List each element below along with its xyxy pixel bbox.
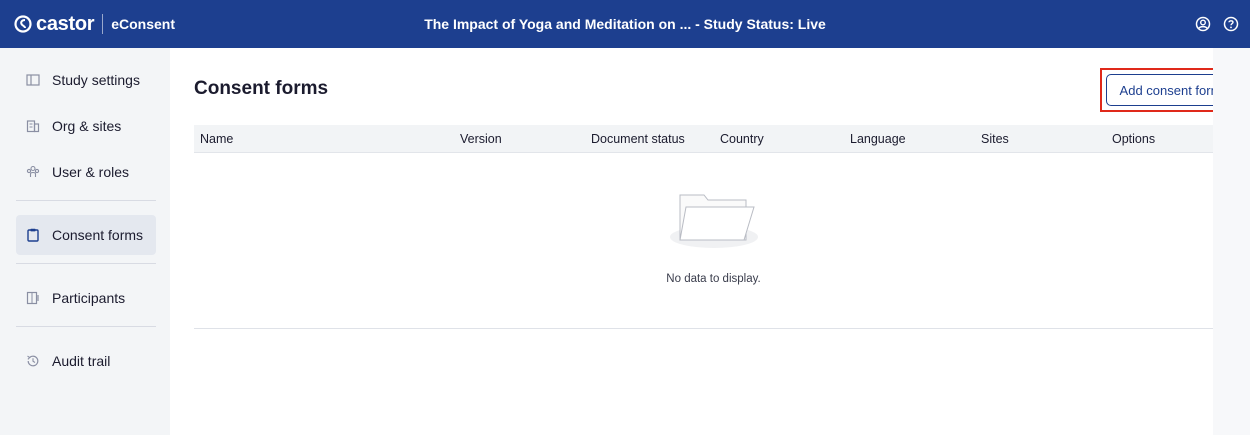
- brand[interactable]: castor eConsent: [0, 0, 175, 48]
- page-title: Consent forms: [194, 78, 329, 99]
- sidebar-divider: [16, 200, 156, 201]
- column-header-document-status[interactable]: Document status: [591, 132, 685, 146]
- top-bar: castor eConsent The Impact of Yoga and M…: [0, 0, 1250, 48]
- settings-panel-icon: [26, 73, 40, 87]
- sidebar-item-study-settings[interactable]: Study settings: [16, 60, 156, 100]
- clipboard-icon: [26, 228, 40, 242]
- sidebar-item-org-sites[interactable]: Org & sites: [16, 106, 156, 146]
- brand-name: castor: [36, 12, 95, 35]
- sidebar-item-label: Audit trail: [52, 353, 111, 369]
- help-icon[interactable]: [1222, 15, 1240, 33]
- empty-state-text: No data to display.: [666, 273, 761, 285]
- main-content: Consent forms Add consent form Name Vers…: [170, 48, 1241, 435]
- product-name: eConsent: [111, 16, 176, 32]
- consent-forms-table: Name Version Document status Country Lan…: [194, 125, 1233, 329]
- column-header-sites[interactable]: Sites: [981, 132, 1009, 146]
- sidebar-item-label: Participants: [52, 290, 126, 306]
- sidebar-item-label: Consent forms: [52, 227, 144, 243]
- sidebar-item-label: Study settings: [52, 72, 140, 88]
- brand-separator: [102, 14, 104, 34]
- sidebar-item-user-roles[interactable]: User & roles: [16, 152, 156, 192]
- castor-logo: castor: [14, 12, 95, 36]
- column-header-options[interactable]: Options: [1112, 132, 1155, 146]
- sidebar-divider: [16, 326, 156, 327]
- sidebar: Study settings Org & sites User & roles …: [0, 48, 170, 435]
- table-body: No data to display.: [194, 153, 1233, 329]
- sidebar-item-participants[interactable]: Participants: [16, 278, 156, 318]
- users-icon: [26, 165, 40, 179]
- participants-icon: [26, 291, 40, 305]
- sidebar-divider: [16, 263, 156, 264]
- sidebar-item-label: Org & sites: [52, 118, 122, 134]
- user-circle-icon[interactable]: [1194, 15, 1212, 33]
- sidebar-item-consent-forms[interactable]: Consent forms: [16, 215, 156, 255]
- column-header-version[interactable]: Version: [460, 132, 502, 146]
- building-icon: [26, 119, 40, 133]
- scrollbar-track[interactable]: [1213, 48, 1250, 435]
- history-icon: [26, 354, 40, 368]
- castor-logo-icon: [14, 15, 32, 33]
- sidebar-item-label: User & roles: [52, 164, 130, 180]
- column-header-name[interactable]: Name: [200, 132, 233, 146]
- column-header-language[interactable]: Language: [850, 132, 906, 146]
- sidebar-item-audit-trail[interactable]: Audit trail: [16, 341, 156, 381]
- study-title: The Impact of Yoga and Meditation on ...…: [424, 16, 826, 32]
- table-header: Name Version Document status Country Lan…: [194, 125, 1233, 153]
- empty-state: No data to display.: [194, 187, 1233, 285]
- empty-folder-icon: [669, 194, 758, 248]
- column-header-country[interactable]: Country: [720, 132, 764, 146]
